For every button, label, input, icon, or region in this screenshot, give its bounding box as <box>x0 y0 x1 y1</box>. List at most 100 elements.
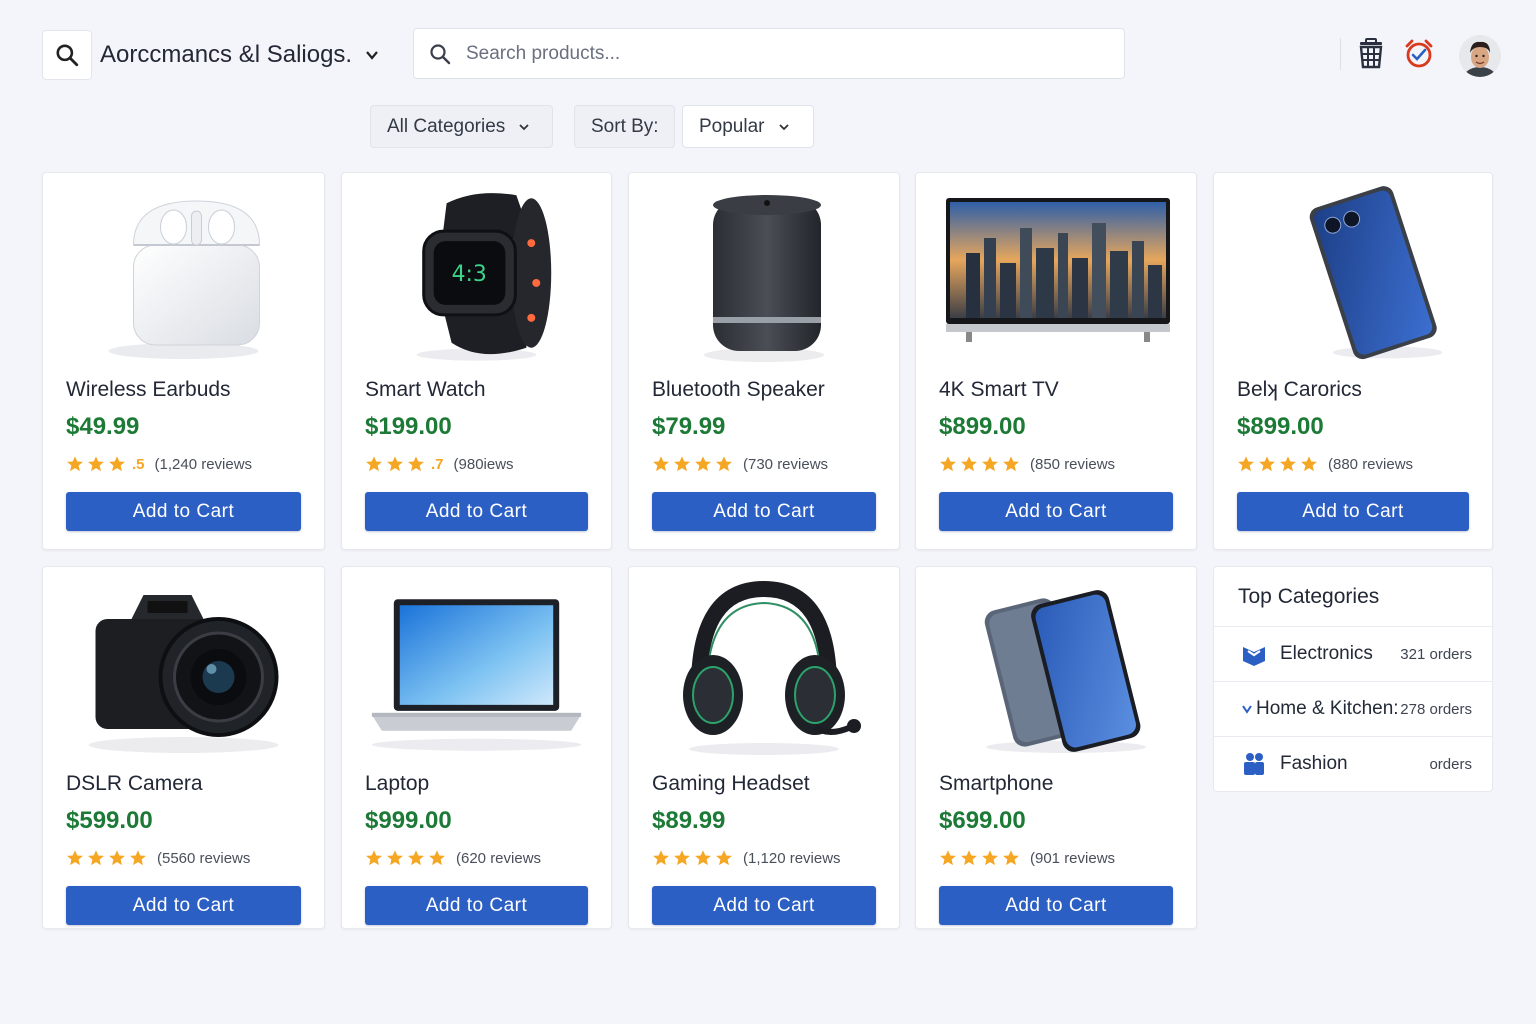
category-name: Electronics <box>1280 643 1373 664</box>
product-name[interactable]: Gaming Headset <box>652 772 810 796</box>
electronics-icon <box>1243 647 1265 666</box>
add-to-cart-button[interactable]: Add to Cart <box>365 886 588 925</box>
product-card[interactable]: Gaming Headset $89.99 (1,120 reviews Add… <box>628 566 900 929</box>
product-name[interactable]: Laptop <box>365 772 429 796</box>
review-count: (620 reviews <box>456 849 542 867</box>
review-count: (901 reviews <box>1030 849 1116 867</box>
search-input[interactable] <box>466 42 1106 65</box>
category-item-home-kitchen[interactable]: Home & Kitchen: 278 orders <box>1214 681 1492 736</box>
alert-clock-icon[interactable] <box>1403 38 1435 70</box>
product-image[interactable] <box>916 183 1196 363</box>
chevron-right-icon <box>1242 705 1252 714</box>
product-image[interactable] <box>342 577 611 757</box>
star-rating <box>1237 455 1318 473</box>
product-price: $89.99 <box>652 807 726 834</box>
category-filter-dropdown[interactable]: All Categories <box>370 105 553 148</box>
category-name: Home & Kitchen: <box>1256 698 1399 719</box>
star-icon <box>88 456 104 472</box>
product-rating: (901 reviews <box>939 849 1115 867</box>
category-item-fashion[interactable]: Fashion orders <box>1214 736 1492 791</box>
category-orders: 321 orders <box>1400 645 1472 663</box>
add-to-cart-button[interactable]: Add to Cart <box>652 492 876 531</box>
review-count: (730 reviews <box>743 455 829 473</box>
star-icon <box>653 456 669 472</box>
product-image[interactable]: 4:3 <box>342 183 611 363</box>
star-icon <box>674 456 690 472</box>
product-image[interactable] <box>629 577 899 757</box>
product-name[interactable]: Bluetooth Speaker <box>652 378 825 402</box>
review-count: (1,240 reviews <box>154 455 253 473</box>
product-card[interactable]: Laptop $999.00 (620 reviews Add to Cart <box>341 566 612 929</box>
star-icon <box>982 456 998 472</box>
product-card[interactable]: 4:3 Smart Watch $199.00 .7 (980iews Add … <box>341 172 612 550</box>
star-icon <box>130 850 146 866</box>
add-to-cart-button[interactable]: Add to Cart <box>66 886 301 925</box>
product-name[interactable]: 4K Smart TV <box>939 378 1059 402</box>
star-icon <box>716 850 732 866</box>
product-rating: .7 (980iews <box>365 455 514 473</box>
fashion-icon <box>1244 753 1264 775</box>
product-card[interactable]: Belʞ Carorics $899.00 (880 reviews Add t… <box>1213 172 1493 550</box>
product-card[interactable]: Bluetooth Speaker $79.99 (730 reviews Ad… <box>628 172 900 550</box>
search-icon <box>56 44 79 67</box>
review-count: (1,120 reviews <box>743 849 841 867</box>
top-categories-title: Top Categories <box>1238 585 1380 608</box>
product-image[interactable] <box>43 183 324 363</box>
add-to-cart-button[interactable]: Add to Cart <box>1237 492 1469 531</box>
category-item-electronics[interactable]: Electronics 321 orders <box>1214 626 1492 681</box>
add-to-cart-button[interactable]: Add to Cart <box>66 492 301 531</box>
product-name[interactable]: Wireless Earbuds <box>66 378 231 402</box>
search-bar[interactable] <box>413 28 1125 79</box>
product-rating: (620 reviews <box>365 849 541 867</box>
review-count: (980iews <box>453 455 514 473</box>
product-image[interactable] <box>1214 183 1492 363</box>
chevron-down-icon <box>519 123 529 130</box>
product-card[interactable]: Smartphone $699.00 (901 reviews Add to C… <box>915 566 1197 929</box>
product-name[interactable]: Smartphone <box>939 772 1053 796</box>
cart-icon[interactable] <box>1356 38 1386 70</box>
top-categories-panel: Top Categories Electronics 321 orders Ho… <box>1213 566 1493 792</box>
star-icon <box>653 850 669 866</box>
star-icon <box>429 850 445 866</box>
product-name[interactable]: Smart Watch <box>365 378 486 402</box>
star-icon <box>366 456 382 472</box>
product-rating: (880 reviews <box>1237 455 1413 473</box>
add-to-cart-button[interactable]: Add to Cart <box>652 886 876 925</box>
star-icon <box>982 850 998 866</box>
star-icon <box>940 850 956 866</box>
review-count: (880 reviews <box>1328 455 1414 473</box>
product-price: $49.99 <box>66 413 140 440</box>
star-rating <box>66 455 126 473</box>
product-image[interactable] <box>43 577 324 757</box>
rating-value: .5 <box>132 455 145 473</box>
product-price: $899.00 <box>1237 413 1324 440</box>
sort-dropdown[interactable]: Popular <box>682 105 814 148</box>
product-card[interactable]: Wireless Earbuds $49.99 .5 (1,240 review… <box>42 172 325 550</box>
star-rating <box>939 849 1020 867</box>
product-name[interactable]: DSLR Camera <box>66 772 203 796</box>
chevron-down-icon <box>778 123 789 130</box>
rating-value: .7 <box>431 455 444 473</box>
category-name: Fashion <box>1280 753 1348 774</box>
add-to-cart-button[interactable]: Add to Cart <box>939 886 1173 925</box>
product-card[interactable]: 4K Smart TV $899.00 (850 reviews Add to … <box>915 172 1197 550</box>
star-icon <box>67 456 83 472</box>
star-rating <box>365 455 425 473</box>
store-selector[interactable]: Aorccmancs &l Saliogs. <box>100 38 380 72</box>
product-image[interactable] <box>916 577 1196 757</box>
star-rating <box>66 849 147 867</box>
store-search-button[interactable] <box>42 30 92 80</box>
product-name[interactable]: Belʞ Carorics <box>1237 378 1362 402</box>
chevron-down-icon <box>366 51 378 60</box>
product-image[interactable] <box>629 183 899 363</box>
star-icon <box>961 850 977 866</box>
user-avatar[interactable] <box>1459 35 1501 77</box>
product-rating: (1,120 reviews <box>652 849 841 867</box>
add-to-cart-button[interactable]: Add to Cart <box>365 492 588 531</box>
product-card[interactable]: DSLR Camera $599.00 (5560 reviews Add to… <box>42 566 325 929</box>
star-rating <box>939 455 1020 473</box>
review-count: (5560 reviews <box>157 849 251 867</box>
star-rating <box>365 849 446 867</box>
star-icon <box>1238 456 1254 472</box>
add-to-cart-button[interactable]: Add to Cart <box>939 492 1173 531</box>
